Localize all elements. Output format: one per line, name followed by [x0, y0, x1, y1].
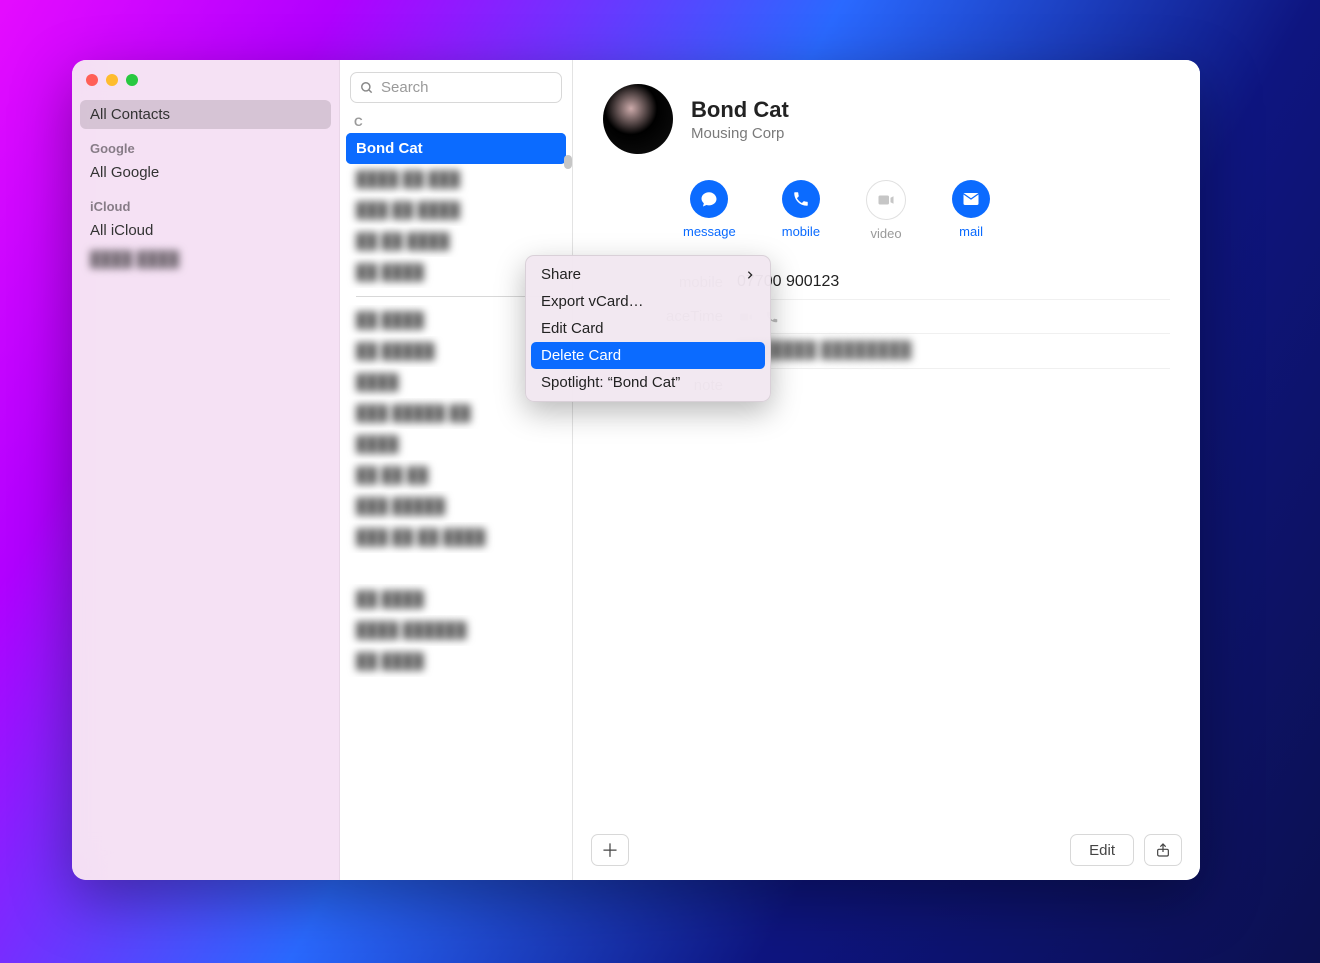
- action-buttons: message mobile video mail: [573, 162, 1200, 265]
- contact-row[interactable]: ████ ██████: [346, 615, 566, 646]
- mail-icon: [952, 180, 990, 218]
- share-button[interactable]: [1144, 834, 1182, 866]
- share-icon: [1155, 841, 1171, 859]
- mail-label: mail: [959, 224, 983, 239]
- message-icon: [690, 180, 728, 218]
- mail-button[interactable]: mail: [952, 180, 990, 241]
- context-menu-item-delete[interactable]: Delete Card: [531, 342, 765, 369]
- contact-list-column: C Bond Cat ████ ██ ███ ███ ██ ████ ██ ██…: [340, 60, 573, 880]
- sidebar-item-blurred[interactable]: ████ ████: [80, 245, 331, 274]
- avatar[interactable]: [603, 84, 673, 154]
- search-input[interactable]: [350, 72, 562, 103]
- contact-detail: Bond Cat Mousing Corp message mobile: [573, 60, 1200, 880]
- contact-row[interactable]: ██ ██ ████: [346, 226, 566, 257]
- minimize-window-button[interactable]: [106, 74, 118, 86]
- context-menu: Share Export vCard… Edit Card Delete Car…: [525, 255, 771, 402]
- contact-row[interactable]: ██ ████: [346, 584, 566, 615]
- contact-row[interactable]: ████ ██ ███: [346, 164, 566, 195]
- contact-row-selected[interactable]: Bond Cat: [346, 133, 566, 164]
- context-menu-item-share[interactable]: Share: [531, 261, 765, 288]
- mobile-button[interactable]: mobile: [782, 180, 820, 241]
- contact-row[interactable]: ███ █████: [346, 491, 566, 522]
- sidebar-item-all-icloud[interactable]: All iCloud: [80, 216, 331, 245]
- detail-footer: ＋ Edit: [573, 824, 1200, 880]
- search-field: [350, 72, 562, 103]
- contact-row[interactable]: ███ █████ ██: [346, 398, 566, 429]
- zoom-window-button[interactable]: [126, 74, 138, 86]
- sidebar-item-all-google[interactable]: All Google: [80, 158, 331, 187]
- window-controls: [80, 70, 331, 100]
- plus-icon: ＋: [601, 837, 619, 863]
- message-button[interactable]: message: [683, 180, 736, 241]
- scroll-indicator[interactable]: [564, 155, 572, 169]
- contact-row[interactable]: [346, 553, 566, 584]
- add-button[interactable]: ＋: [591, 834, 629, 866]
- detail-header: Bond Cat Mousing Corp: [573, 60, 1200, 162]
- sidebar-group-header-google: Google: [80, 129, 331, 158]
- message-label: message: [683, 224, 736, 239]
- mobile-label: mobile: [782, 224, 820, 239]
- contact-name: Bond Cat: [691, 97, 789, 123]
- sidebar: All Contacts Google All Google iCloud Al…: [72, 60, 340, 880]
- contact-org: Mousing Corp: [691, 125, 789, 142]
- contact-row[interactable]: ███ ██ ████: [346, 195, 566, 226]
- edit-button[interactable]: Edit: [1070, 834, 1134, 866]
- contact-row[interactable]: ████: [346, 429, 566, 460]
- contact-row[interactable]: ███ ██ ██ ████: [346, 522, 566, 553]
- context-menu-item-export[interactable]: Export vCard…: [531, 288, 765, 315]
- context-menu-item-spotlight[interactable]: Spotlight: “Bond Cat”: [531, 369, 765, 396]
- search-icon: [360, 81, 374, 95]
- contacts-window: All Contacts Google All Google iCloud Al…: [72, 60, 1200, 880]
- context-menu-item-edit[interactable]: Edit Card: [531, 315, 765, 342]
- contact-row[interactable]: ██ ████: [346, 646, 566, 677]
- close-window-button[interactable]: [86, 74, 98, 86]
- phone-icon: [782, 180, 820, 218]
- sidebar-group-header-icloud: iCloud: [80, 187, 331, 216]
- chevron-right-icon: [745, 269, 755, 281]
- video-label: video: [871, 226, 902, 241]
- section-index-letter: C: [340, 111, 572, 133]
- contact-list[interactable]: Bond Cat ████ ██ ███ ███ ██ ████ ██ ██ █…: [340, 133, 572, 880]
- video-icon: [866, 180, 906, 220]
- sidebar-item-all-contacts[interactable]: All Contacts: [80, 100, 331, 129]
- video-button[interactable]: video: [866, 180, 906, 241]
- contact-row[interactable]: ██ ██ ██: [346, 460, 566, 491]
